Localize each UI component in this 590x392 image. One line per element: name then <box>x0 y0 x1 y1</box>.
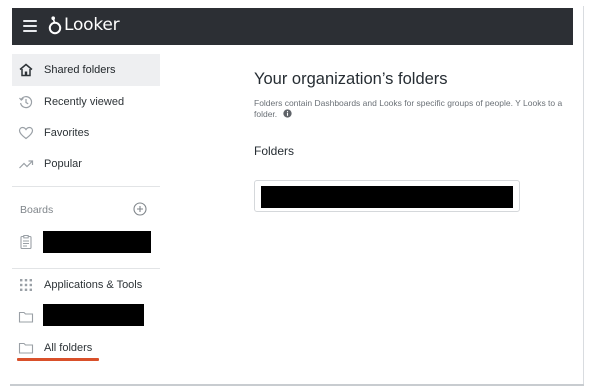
history-icon <box>19 96 33 109</box>
redacted-board-name <box>43 231 151 253</box>
sidebar-item-shared-folders[interactable]: Shared folders <box>12 54 160 86</box>
redacted-folder-card-name <box>261 186 513 208</box>
sidebar-item-favorites[interactable]: Favorites <box>12 117 160 149</box>
board-item[interactable] <box>12 226 160 258</box>
looker-logo[interactable]: Looker <box>47 14 120 36</box>
window-edge <box>583 6 584 386</box>
sidebar-item-label: Shared folders <box>44 64 116 76</box>
folder-card[interactable] <box>254 180 520 212</box>
sidebar-item-folder[interactable] <box>12 301 160 333</box>
trending-icon <box>19 160 34 169</box>
home-icon <box>19 63 33 77</box>
folders-section-heading: Folders <box>254 144 295 158</box>
sidebar-item-recently-viewed[interactable]: Recently viewed <box>12 86 160 118</box>
description-text: Folders contain Dashboards and Looks for… <box>254 98 563 119</box>
looker-logo-icon <box>48 16 62 35</box>
folder-icon <box>18 311 34 323</box>
sidebar-item-label: Popular <box>44 158 82 170</box>
folder-icon <box>18 342 34 354</box>
heart-icon <box>18 126 34 140</box>
sidebar: Shared folders Recently viewed Favorites… <box>12 52 162 384</box>
add-circle-icon[interactable] <box>133 202 147 216</box>
sidebar-item-label: Recently viewed <box>44 96 125 108</box>
redacted-folder-name <box>43 304 144 326</box>
top-header: Looker <box>12 8 573 45</box>
looker-window: Looker Shared folders Recently viewed Fa… <box>0 0 590 392</box>
sidebar-item-popular[interactable]: Popular <box>12 148 160 180</box>
sidebar-divider <box>12 186 160 187</box>
all-folders-highlight-underline <box>17 358 99 361</box>
page-description: Folders contain Dashboards and Looks for… <box>254 98 584 126</box>
board-icon <box>20 235 32 250</box>
sidebar-item-label: All folders <box>44 342 93 354</box>
page-title: Your organization’s folders <box>254 70 448 88</box>
app-name: Looker <box>64 15 120 35</box>
sidebar-item-label: Applications & Tools <box>44 279 143 291</box>
hamburger-menu-icon[interactable] <box>23 20 37 32</box>
sidebar-item-applications-tools[interactable]: Applications & Tools <box>12 269 160 301</box>
info-icon[interactable] <box>282 109 292 118</box>
apps-grid-icon <box>20 279 32 291</box>
sidebar-item-label: Favorites <box>44 127 90 139</box>
boards-section-label: Boards <box>20 204 54 216</box>
bottom-border <box>10 384 584 386</box>
